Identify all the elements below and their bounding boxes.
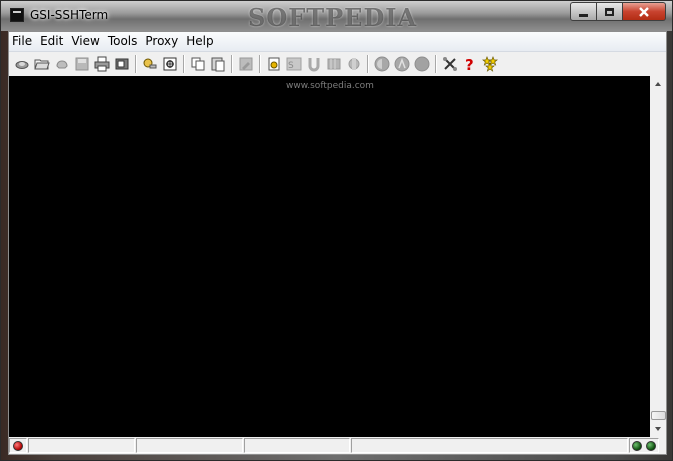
record-button[interactable] — [372, 54, 391, 73]
plugin-button[interactable] — [160, 54, 179, 73]
terminal-button[interactable] — [324, 54, 343, 73]
menu-edit[interactable]: Edit — [36, 32, 67, 51]
app-window: GSI-SSHTerm SOFTPEDIA File Edit View Too… — [0, 0, 673, 461]
window-title: GSI-SSHTerm — [30, 8, 109, 22]
terminal-screen[interactable]: www.softpedia.com — [9, 76, 650, 437]
status-field-2 — [136, 438, 243, 453]
watermark-logo: SOFTPEDIA — [248, 3, 418, 32]
print-icon — [94, 56, 109, 71]
help-button[interactable]: ? — [460, 54, 479, 73]
about-button[interactable] — [480, 54, 499, 73]
svg-text:?: ? — [465, 56, 474, 72]
minimize-icon — [579, 13, 588, 17]
status-led-pair — [629, 438, 659, 453]
chevron-up-icon — [655, 82, 661, 86]
tools-icon — [442, 56, 457, 71]
status-field-1 — [28, 438, 135, 453]
about-icon — [481, 55, 498, 72]
open-folder-icon — [33, 59, 50, 69]
toolbar-separator — [259, 54, 261, 73]
status-field-3 — [244, 438, 350, 453]
menu-proxy[interactable]: Proxy — [141, 32, 182, 51]
status-field-4 — [351, 438, 628, 453]
status-led-cell — [9, 438, 27, 453]
copy-icon — [191, 57, 204, 70]
disconnect-icon — [55, 59, 68, 68]
toolbar-separator — [367, 54, 369, 73]
vertical-scrollbar[interactable] — [650, 76, 666, 437]
caption-buttons — [570, 2, 666, 22]
edit-button[interactable] — [236, 54, 255, 73]
paste-icon — [211, 57, 224, 71]
connection-status-red-icon — [13, 440, 23, 451]
pause-icon — [414, 56, 429, 71]
app-icon[interactable] — [10, 8, 24, 22]
svg-text:S: S — [288, 61, 294, 71]
title-bar[interactable]: GSI-SSHTerm SOFTPEDIA — [1, 1, 672, 32]
scroll-thumb[interactable] — [651, 411, 666, 420]
toolbar-separator — [135, 54, 137, 73]
status-bar — [9, 437, 666, 454]
terminal-icon — [327, 58, 340, 69]
stop-icon — [394, 56, 409, 71]
maximize-button[interactable] — [597, 2, 623, 21]
print-preview-icon — [115, 58, 128, 69]
record-icon — [374, 56, 389, 71]
session-button[interactable] — [344, 54, 363, 73]
print-button[interactable] — [92, 54, 111, 73]
pause-button[interactable] — [412, 54, 431, 73]
paste-button[interactable] — [208, 54, 227, 73]
minimize-button[interactable] — [570, 2, 597, 21]
menu-tools[interactable]: Tools — [104, 32, 142, 51]
tunnel-button[interactable] — [304, 54, 323, 73]
open-button[interactable] — [32, 54, 51, 73]
save-icon — [75, 57, 88, 70]
key-refresh-icon — [143, 58, 156, 68]
maximize-icon — [605, 7, 614, 16]
scroll-up-button[interactable] — [650, 76, 666, 92]
sftp-icon: S — [286, 57, 301, 71]
toolbar: S ? — [9, 52, 666, 75]
menu-bar: File Edit View Tools Proxy Help — [9, 32, 666, 52]
help-icon: ? — [465, 56, 474, 72]
toolbar-separator — [231, 54, 233, 73]
chevron-down-icon — [655, 427, 661, 431]
connect-icon — [15, 60, 28, 69]
stop-button[interactable] — [392, 54, 411, 73]
receive-status-green-icon — [646, 440, 656, 451]
lock-button[interactable] — [264, 54, 283, 73]
toolbar-separator — [183, 54, 185, 73]
menu-help[interactable]: Help — [182, 32, 217, 51]
close-icon — [639, 6, 649, 17]
key-refresh-button[interactable] — [140, 54, 159, 73]
menu-file[interactable]: File — [9, 32, 36, 51]
lock-icon — [268, 57, 279, 70]
client-area: File Edit View Tools Proxy Help S ? www.… — [8, 31, 667, 455]
connect-button[interactable] — [12, 54, 31, 73]
send-status-green-icon — [632, 440, 642, 451]
disconnect-button[interactable] — [52, 54, 71, 73]
sftp-button[interactable]: S — [284, 54, 303, 73]
scroll-down-button[interactable] — [650, 421, 666, 437]
watermark-site: www.softpedia.com — [286, 81, 374, 91]
edit-icon — [239, 57, 252, 70]
plugin-icon — [163, 57, 176, 70]
print-preview-button[interactable] — [112, 54, 131, 73]
toolbar-separator — [435, 54, 437, 73]
session-icon — [348, 57, 359, 70]
save-button[interactable] — [72, 54, 91, 73]
close-button[interactable] — [623, 2, 666, 21]
copy-button[interactable] — [188, 54, 207, 73]
settings-button[interactable] — [440, 54, 459, 73]
menu-view[interactable]: View — [67, 32, 103, 51]
tunnel-icon — [308, 57, 319, 71]
